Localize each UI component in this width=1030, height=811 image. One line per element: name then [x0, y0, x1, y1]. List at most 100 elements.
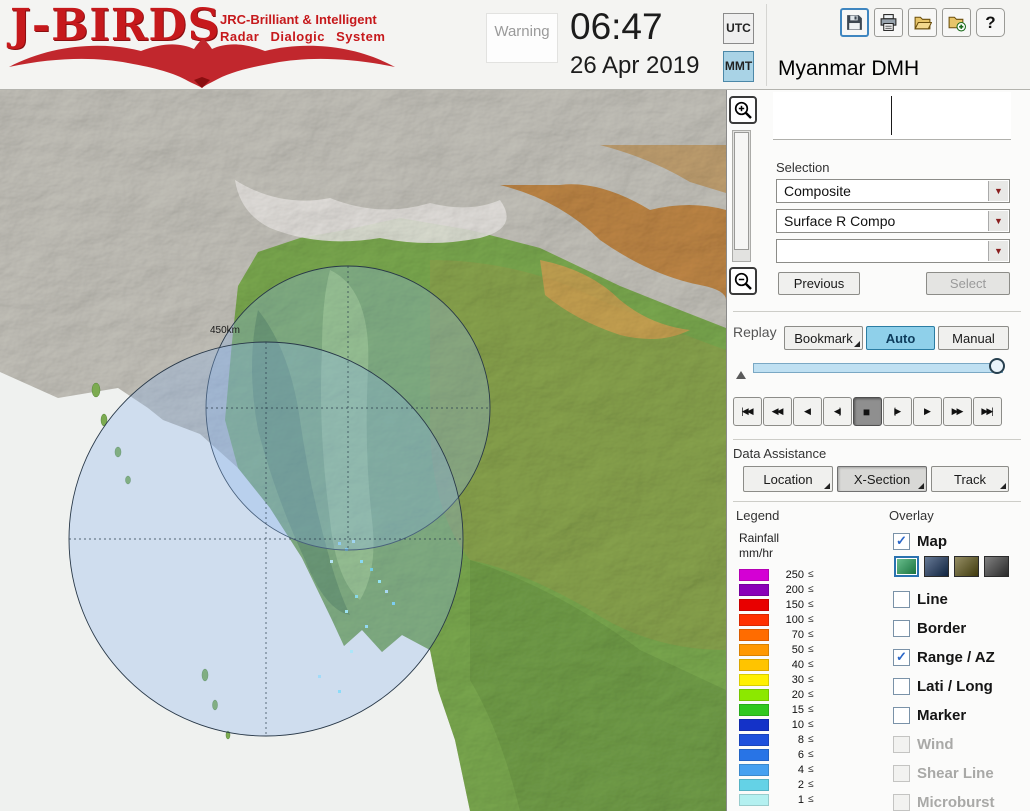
checkbox-unchecked[interactable]: [893, 706, 910, 724]
legend-value: 1: [797, 793, 804, 806]
checkbox-unchecked[interactable]: [893, 590, 910, 608]
overlay-item-border[interactable]: Border: [893, 618, 966, 638]
legend-row: 20 ≤: [739, 687, 814, 702]
le-symbol: ≤: [808, 659, 814, 670]
replay-label: Replay: [733, 324, 777, 340]
fast-forward-button[interactable]: ▶▶: [943, 397, 972, 426]
legend-row: 10 ≤: [739, 717, 814, 732]
map-style-swatch-green[interactable]: [894, 556, 919, 577]
overlay-label: Range / AZ: [917, 648, 995, 666]
checkbox-unchecked[interactable]: [893, 619, 910, 637]
print-button[interactable]: [874, 8, 903, 37]
overlay-item-shear-line: Shear Line: [893, 763, 994, 783]
overlay-item-range-az[interactable]: ✓ Range / AZ: [893, 647, 995, 667]
overlay-item-marker[interactable]: Marker: [893, 705, 966, 725]
location-button[interactable]: Location: [743, 466, 833, 492]
chevron-down-icon[interactable]: ▼: [988, 241, 1008, 261]
help-button[interactable]: ?: [976, 8, 1005, 37]
legend-unit-line1: Rainfall: [739, 531, 780, 545]
track-button[interactable]: Track: [931, 466, 1009, 492]
overlay-item-map[interactable]: ✓ Map: [893, 531, 947, 551]
legend-swatch: [739, 628, 769, 641]
replay-timeline-slider[interactable]: [753, 363, 1003, 373]
logo-subtitle-line1: JRC-Brilliant & Intelligent: [220, 12, 377, 27]
composite-dropdown-value: Composite: [784, 183, 851, 199]
legend-value: 2: [797, 778, 804, 791]
data-assistance-label: Data Assistance: [733, 446, 827, 461]
legend-value: 150: [785, 598, 804, 611]
legend-row: 250 ≤: [739, 567, 814, 582]
play-reverse-button[interactable]: ◀: [793, 397, 822, 426]
legend-value: 30: [791, 673, 804, 686]
xsection-button[interactable]: X-Section: [837, 466, 927, 492]
save-icon: [847, 15, 862, 30]
legend-row: 40 ≤: [739, 657, 814, 672]
option-dropdown[interactable]: ▼: [776, 239, 1010, 263]
legend-value: 20: [791, 688, 804, 701]
timeline-start-marker[interactable]: [736, 371, 746, 379]
legend-value: 15: [791, 703, 804, 716]
skip-to-start-button[interactable]: |◀◀: [733, 397, 762, 426]
legend-row: 15 ≤: [739, 702, 814, 717]
legend-row: 50 ≤: [739, 642, 814, 657]
legend-row: 200 ≤: [739, 582, 814, 597]
checkbox-checked[interactable]: ✓: [893, 648, 910, 666]
overlay-item-lati-long[interactable]: Lati / Long: [893, 676, 993, 696]
map-style-swatch-olive[interactable]: [954, 556, 979, 577]
overlay-item-line[interactable]: Line: [893, 589, 948, 609]
overlay-item-wind: Wind: [893, 734, 954, 754]
legend-row: 2 ≤: [739, 777, 814, 792]
step-back-button[interactable]: ◀|: [823, 397, 852, 426]
checkbox-disabled: [893, 735, 910, 753]
divider: [733, 439, 1021, 440]
map-style-swatch-gray[interactable]: [984, 556, 1009, 577]
checkbox-checked[interactable]: ✓: [893, 532, 910, 550]
scrollbar-thumb[interactable]: [734, 132, 749, 250]
zoom-out-button[interactable]: [729, 267, 757, 295]
overlay-label: Microburst: [917, 793, 995, 811]
skip-to-end-button[interactable]: ▶▶|: [973, 397, 1002, 426]
open-file-button[interactable]: [908, 8, 937, 37]
legend-value: 8: [797, 733, 804, 746]
map-style-swatch-navy[interactable]: [924, 556, 949, 577]
legend-swatch: [739, 658, 769, 671]
timeline-handle[interactable]: [989, 358, 1005, 374]
product-dropdown[interactable]: Surface R Compo ▼: [776, 209, 1010, 233]
overlay-label: Marker: [917, 706, 967, 724]
le-symbol: ≤: [808, 794, 814, 805]
legend-value: 100: [785, 613, 804, 626]
manual-mode-button[interactable]: Manual: [938, 326, 1009, 350]
terrain-map-image: 450km: [0, 90, 726, 811]
checkbox-unchecked[interactable]: [893, 677, 910, 695]
stop-button[interactable]: ■: [853, 397, 882, 426]
warning-label: Warning: [494, 23, 550, 40]
legend-value: 250: [785, 568, 804, 581]
utc-button[interactable]: UTC: [723, 13, 754, 44]
import-image-button[interactable]: [942, 8, 971, 37]
fast-rewind-button[interactable]: ◀◀: [763, 397, 792, 426]
le-symbol: ≤: [808, 674, 814, 685]
chevron-down-icon[interactable]: ▼: [988, 211, 1008, 231]
mmt-button[interactable]: MMT: [723, 51, 754, 82]
map-zoom-scrollbar[interactable]: [732, 130, 751, 262]
select-button[interactable]: Select: [926, 272, 1010, 295]
step-forward-button[interactable]: |▶: [883, 397, 912, 426]
bookmark-button[interactable]: Bookmark: [784, 326, 863, 350]
zoom-in-button[interactable]: [729, 96, 757, 124]
legend-swatch: [739, 733, 769, 746]
eagle-logo-icon: [9, 39, 395, 88]
legend-unit-line2: mm/hr: [739, 546, 773, 560]
le-symbol: ≤: [808, 779, 814, 790]
previous-button[interactable]: Previous: [778, 272, 860, 295]
radar-map[interactable]: 450km: [0, 90, 726, 811]
chevron-down-icon[interactable]: ▼: [988, 181, 1008, 201]
legend-row: 6 ≤: [739, 747, 814, 762]
legend-row: 30 ≤: [739, 672, 814, 687]
save-button[interactable]: [840, 8, 869, 37]
rainfall-legend: 250 ≤ 200 ≤ 150 ≤ 100 ≤ 70 ≤ 50 ≤ 40 ≤ 30 ≤ 20 ≤ …: [739, 567, 814, 807]
auto-mode-button[interactable]: Auto: [866, 326, 935, 350]
composite-dropdown[interactable]: Composite ▼: [776, 179, 1010, 203]
le-symbol: ≤: [808, 704, 814, 715]
status-text-field[interactable]: [773, 92, 1011, 140]
play-button[interactable]: ▶: [913, 397, 942, 426]
